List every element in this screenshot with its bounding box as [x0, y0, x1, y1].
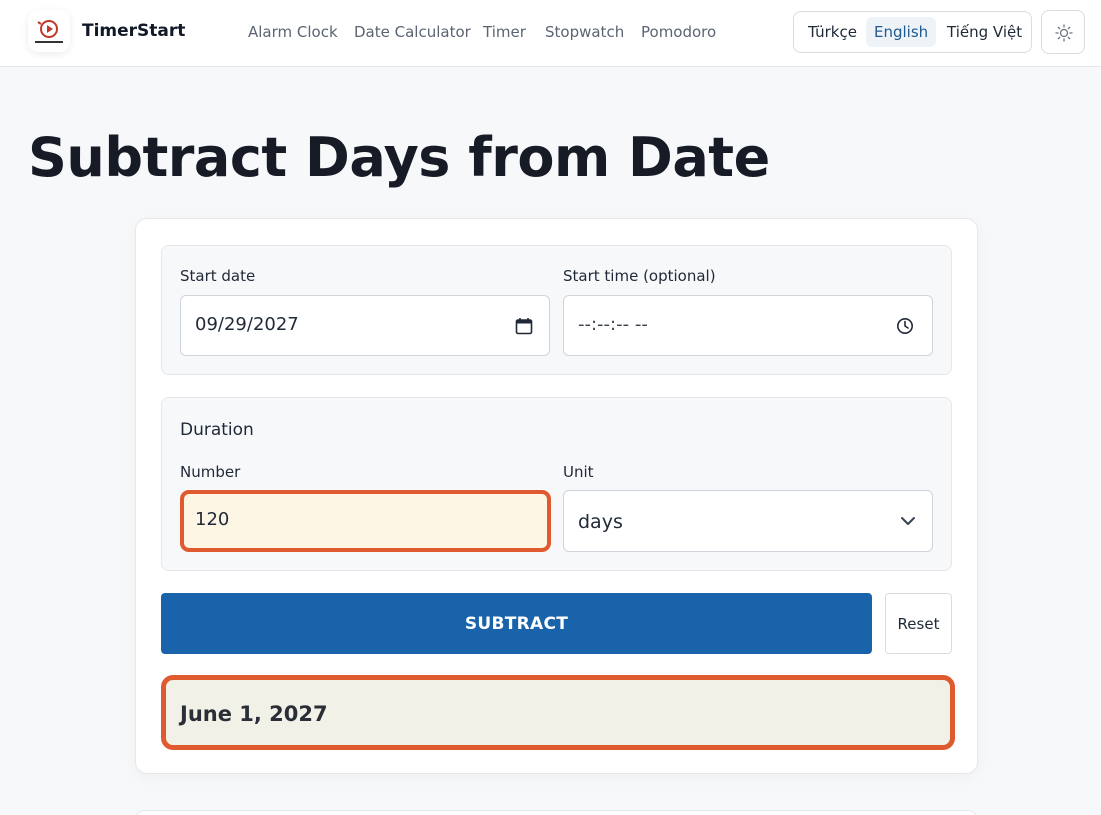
sun-icon — [1055, 24, 1073, 42]
theme-toggle-button[interactable] — [1041, 10, 1085, 54]
lang-turkish[interactable]: Türkçe — [800, 17, 865, 47]
logo[interactable] — [28, 10, 70, 52]
subtract-button[interactable]: SUBTRACT — [161, 593, 872, 654]
nav-date-calculator[interactable]: Date Calculator — [354, 23, 471, 41]
start-time-label: Start time (optional) — [563, 267, 716, 285]
number-input[interactable]: 120 — [180, 490, 551, 552]
unit-select[interactable]: days — [563, 490, 933, 552]
top-header: TimerStart Alarm Clock Date Calculator T… — [0, 0, 1101, 67]
page-title: Subtract Days from Date — [28, 126, 770, 189]
unit-label: Unit — [563, 463, 594, 481]
brand-name[interactable]: TimerStart — [82, 21, 185, 41]
nav-pomodoro[interactable]: Pomodoro — [641, 23, 716, 41]
number-value: 120 — [195, 509, 230, 530]
number-label: Number — [180, 463, 241, 481]
next-card — [135, 810, 978, 815]
start-time-value: --:--:-- -- — [578, 314, 648, 335]
timer-logo-icon — [35, 20, 63, 43]
chevron-down-icon — [901, 517, 915, 525]
clock-icon[interactable] — [896, 317, 914, 335]
duration-title: Duration — [180, 420, 254, 440]
reset-button[interactable]: Reset — [885, 593, 952, 654]
lang-english[interactable]: English — [866, 17, 937, 47]
result-box: June 1, 2027 — [161, 675, 955, 750]
result-date: June 1, 2027 — [180, 702, 328, 726]
nav-timer[interactable]: Timer — [483, 23, 526, 41]
start-date-label: Start date — [180, 267, 256, 285]
language-switcher: Türkçe English Tiếng Việt — [793, 11, 1032, 53]
nav-stopwatch[interactable]: Stopwatch — [545, 23, 624, 41]
nav-alarm-clock[interactable]: Alarm Clock — [248, 23, 338, 41]
lang-vietnamese[interactable]: Tiếng Việt — [939, 17, 1030, 47]
calendar-icon[interactable] — [515, 317, 533, 335]
unit-value: days — [578, 511, 623, 533]
start-date-value: 09/29/2027 — [195, 314, 299, 335]
start-date-input[interactable]: 09/29/2027 — [180, 295, 550, 356]
start-time-input[interactable]: --:--:-- -- — [563, 295, 933, 356]
